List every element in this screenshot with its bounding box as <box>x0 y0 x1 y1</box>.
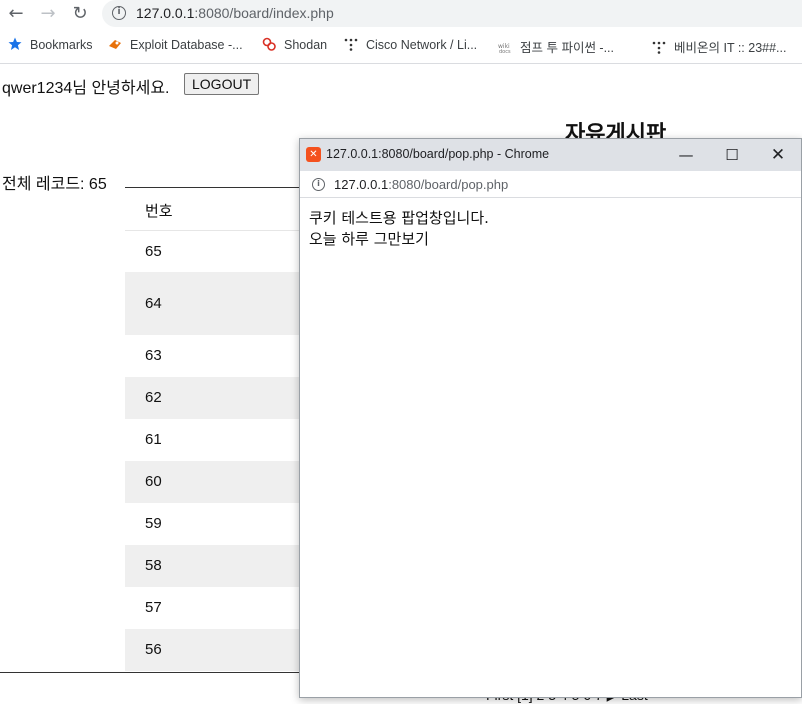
bookmark-label: Shodan <box>284 38 328 52</box>
popup-address-bar[interactable]: i 127.0.0.1:8080/board/pop.php <box>300 171 801 198</box>
row-number: 56 <box>145 641 162 658</box>
popup-titlebar[interactable]: ✕ 127.0.0.1:8080/board/pop.php - Chrome … <box>300 139 801 171</box>
star-icon <box>8 37 22 50</box>
minimize-icon[interactable]: — <box>671 143 701 167</box>
row-number: 57 <box>145 599 162 616</box>
bookmark-bookmarks[interactable]: Bookmarks <box>8 37 93 52</box>
bookmark-bebion-it[interactable]: 베비온의 IT :: 23##... <box>652 37 786 56</box>
url-path: :8080/board/pop.php <box>388 177 509 192</box>
row-number: 63 <box>145 347 162 364</box>
xampp-favicon-icon: ✕ <box>306 147 321 162</box>
column-header-number: 번호 <box>145 203 173 220</box>
popup-message: 쿠키 테스트용 팝업창입니다. <box>309 209 489 227</box>
dismiss-today-link[interactable]: 오늘 하루 그만보기 <box>309 229 489 250</box>
maximize-icon[interactable]: ☐ <box>717 143 747 167</box>
row-number: 61 <box>145 431 162 448</box>
bookmark-cisco-network[interactable]: Cisco Network / Li... <box>344 37 477 52</box>
shodan-icon <box>262 37 276 51</box>
row-number: 59 <box>145 515 162 532</box>
logout-button[interactable]: LOGOUT <box>184 73 260 95</box>
url-host: 127.0.0.1 <box>136 5 195 21</box>
row-number: 62 <box>145 389 162 406</box>
wikidocs-icon: wikidocs <box>498 43 511 54</box>
popup-url: 127.0.0.1:8080/board/pop.php <box>334 177 508 192</box>
address-url[interactable]: 127.0.0.1:8080/board/index.php <box>136 5 334 21</box>
reload-icon[interactable]: ↻ <box>68 3 92 25</box>
popup-window-title: 127.0.0.1:8080/board/pop.php - Chrome <box>326 147 550 161</box>
row-number: 64 <box>145 295 162 312</box>
bookmark-shodan[interactable]: Shodan <box>262 37 327 52</box>
browser-toolbar: ← → ↻ i 127.0.0.1:8080/board/index.php <box>0 0 802 28</box>
url-path: :8080/board/index.php <box>194 5 334 21</box>
url-host: 127.0.0.1 <box>334 177 389 192</box>
row-number: 58 <box>145 557 162 574</box>
exploit-db-icon <box>109 40 121 49</box>
row-number: 60 <box>145 473 162 490</box>
bookmark-label: Bookmarks <box>30 38 93 52</box>
info-icon[interactable]: i <box>112 6 126 20</box>
bookmark-jump-to-python[interactable]: wiki docs 점프 투 파이썬 -... <box>498 37 614 56</box>
back-arrow-icon[interactable]: ← <box>4 3 28 25</box>
bookmark-label: 베비온의 IT :: 23##... <box>674 41 787 55</box>
forward-arrow-icon[interactable]: → <box>36 3 60 25</box>
svg-text:docs: docs <box>499 49 511 54</box>
close-icon[interactable]: ✕ <box>763 143 793 167</box>
popup-content: 쿠키 테스트용 팝업창입니다. 오늘 하루 그만보기 <box>309 208 489 250</box>
row-number: 65 <box>145 243 162 260</box>
greeting-text: qwer1234님 안녕하세요. <box>2 80 170 97</box>
popup-window: ✕ 127.0.0.1:8080/board/pop.php - Chrome … <box>299 138 802 698</box>
dots-icon <box>652 41 666 54</box>
bookmarks-bar: Bookmarks Exploit Database -... Shodan C… <box>0 32 802 58</box>
bookmark-label: 점프 투 파이썬 -... <box>520 41 615 55</box>
bookmark-label: Cisco Network / Li... <box>366 38 478 52</box>
bookmark-label: Exploit Database -... <box>130 38 243 52</box>
bookmark-exploit-database[interactable]: Exploit Database -... <box>108 37 243 52</box>
total-records: 전체 레코드: 65 <box>2 176 107 193</box>
info-icon[interactable]: i <box>312 178 325 191</box>
address-bar[interactable]: i 127.0.0.1:8080/board/index.php <box>102 0 802 27</box>
cisco-icon <box>344 38 358 51</box>
